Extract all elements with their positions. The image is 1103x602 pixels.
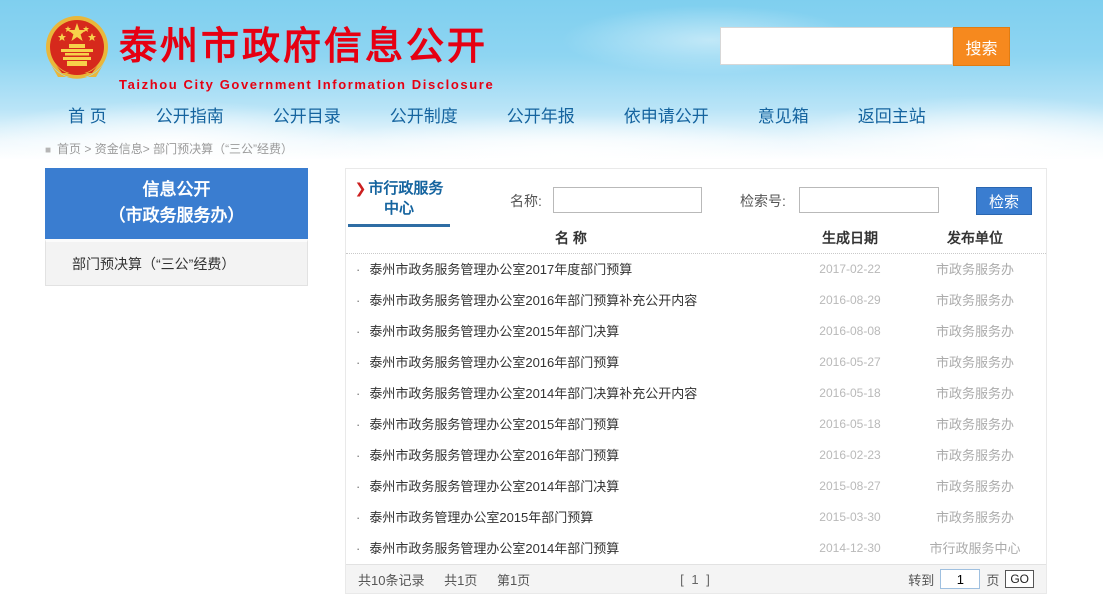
table-body: ·泰州市政务服务管理办公室2017年度部门预算 2017-02-22 市政务服务… [346, 254, 1046, 564]
document-date: 2014-12-30 [796, 533, 904, 564]
site-search: 搜索 [720, 27, 1010, 66]
sidebar-title: 信息公开 （市政务服务办） [45, 168, 308, 239]
document-date: 2017-02-22 [796, 254, 904, 285]
bullet-icon: · [356, 386, 360, 401]
breadcrumb-square-icon: ■ [45, 145, 51, 156]
document-date: 2016-08-29 [796, 285, 904, 316]
bullet-icon: · [356, 293, 360, 308]
table-header-date: 生成日期 [796, 226, 904, 253]
nav-item[interactable]: 公开年报 [507, 102, 575, 127]
content-panel: ❯市行政服务 中心 名称: 检索号: 检索 名 称 生成日期 发布单位 ·泰州市… [345, 168, 1047, 594]
index-filter-label: 检索号: [740, 191, 786, 211]
bullet-icon: · [356, 541, 360, 556]
document-link[interactable]: ·泰州市政务管理办公室2015年部门预算 [346, 502, 796, 533]
table-header-unit: 发布单位 [904, 226, 1046, 253]
panel-toolbar: ❯市行政服务 中心 名称: 检索号: 检索 [346, 169, 1046, 226]
table-row: ·泰州市政务服务管理办公室2017年度部门预算 2017-02-22 市政务服务… [346, 254, 1046, 285]
table-row: ·泰州市政务服务管理办公室2014年部门决算 2015-08-27 市政务服务办 [346, 471, 1046, 502]
site-search-input[interactable] [720, 27, 953, 65]
document-date: 2016-05-27 [796, 347, 904, 378]
document-unit: 市政务服务办 [904, 440, 1046, 471]
document-link[interactable]: ·泰州市政务服务管理办公室2015年部门预算 [346, 409, 796, 440]
bullet-icon: · [356, 479, 360, 494]
document-link[interactable]: ·泰州市政务服务管理办公室2017年度部门预算 [346, 254, 796, 285]
goto-page-suffix: 页 [986, 570, 999, 589]
table-row: ·泰州市政务服务管理办公室2016年部门预算 2016-05-27 市政务服务办 [346, 347, 1046, 378]
document-link[interactable]: ·泰州市政务服务管理办公室2014年部门预算 [346, 533, 796, 564]
tab-chevron-icon: ❯ [355, 180, 367, 196]
sidebar-menu: 部门预决算（“三公”经费） [45, 239, 308, 286]
site-subtitle: Taizhou City Government Information Disc… [119, 77, 494, 92]
site-title: 泰州市政府信息公开 [119, 15, 494, 70]
bullet-icon: · [356, 324, 360, 339]
sidebar: 信息公开 （市政务服务办） 部门预决算（“三公”经费） [45, 168, 308, 286]
name-filter-label: 名称: [510, 191, 542, 211]
bullet-icon: · [356, 355, 360, 370]
nav-item[interactable]: 意见箱 [758, 102, 809, 127]
name-filter-input[interactable] [553, 187, 702, 213]
table-row: ·泰州市政务服务管理办公室2015年部门决算 2016-08-08 市政务服务办 [346, 316, 1046, 347]
tab-label-line1: 市行政服务 [368, 180, 443, 197]
table-row: ·泰州市政务服务管理办公室2014年部门决算补充公开内容 2016-05-18 … [346, 378, 1046, 409]
document-date: 2016-08-08 [796, 316, 904, 347]
national-emblem-logo [44, 11, 110, 87]
bullet-icon: · [356, 448, 360, 463]
document-link[interactable]: ·泰州市政务服务管理办公室2016年部门预算 [346, 347, 796, 378]
main-nav: 首 页 公开指南 公开目录 公开制度 公开年报 依申请公开 意见箱 返回主站 [68, 102, 926, 127]
sidebar-title-line2: （市政务服务办） [45, 203, 308, 229]
index-filter-input[interactable] [799, 187, 939, 213]
nav-item[interactable]: 公开制度 [390, 102, 458, 127]
document-unit: 市政务服务办 [904, 285, 1046, 316]
table-row: ·泰州市政务服务管理办公室2016年部门预算补充公开内容 2016-08-29 … [346, 285, 1046, 316]
document-unit: 市行政服务中心 [904, 533, 1046, 564]
nav-item[interactable]: 返回主站 [858, 102, 926, 127]
nav-item[interactable]: 公开目录 [273, 102, 341, 127]
document-date: 2015-08-27 [796, 471, 904, 502]
document-unit: 市政务服务办 [904, 409, 1046, 440]
nav-item[interactable]: 首 页 [68, 102, 107, 127]
tab-city-admin-service-center[interactable]: ❯市行政服务 中心 [348, 178, 450, 227]
document-link[interactable]: ·泰州市政务服务管理办公室2016年部门预算 [346, 440, 796, 471]
table-header: 名 称 生成日期 发布单位 [346, 226, 1046, 254]
filter-search-button[interactable]: 检索 [976, 187, 1032, 215]
goto-label: 转到 [908, 570, 934, 589]
document-link[interactable]: ·泰州市政务服务管理办公室2014年部门决算补充公开内容 [346, 378, 796, 409]
site-banner: 泰州市政府信息公开 Taizhou City Government Inform… [0, 0, 1103, 96]
table-row: ·泰州市政务服务管理办公室2015年部门预算 2016-05-18 市政务服务办 [346, 409, 1046, 440]
sidebar-item-budget[interactable]: 部门预决算（“三公”经费） [45, 239, 308, 286]
breadcrumb: ■ 首页 > 资金信息> 部门预决算（“三公”经费） [45, 140, 293, 157]
bullet-icon: · [356, 417, 360, 432]
table-row: ·泰州市政务服务管理办公室2016年部门预算 2016-02-23 市政务服务办 [346, 440, 1046, 471]
table-header-name: 名 称 [346, 226, 796, 253]
document-link[interactable]: ·泰州市政务服务管理办公室2015年部门决算 [346, 316, 796, 347]
document-unit: 市政务服务办 [904, 254, 1046, 285]
bullet-icon: · [356, 262, 360, 277]
document-link[interactable]: ·泰州市政务服务管理办公室2014年部门决算 [346, 471, 796, 502]
document-unit: 市政务服务办 [904, 316, 1046, 347]
table-row: ·泰州市政务管理办公室2015年部门预算 2015-03-30 市政务服务办 [346, 502, 1046, 533]
document-unit: 市政务服务办 [904, 502, 1046, 533]
nav-item[interactable]: 依申请公开 [624, 102, 709, 127]
sidebar-title-line1: 信息公开 [45, 177, 308, 203]
pagination-bar: 共10条记录 共1页 第1页 [ 1 ] 转到 页 GO [346, 564, 1046, 593]
nav-item[interactable]: 公开指南 [156, 102, 224, 127]
site-search-button[interactable]: 搜索 [953, 27, 1010, 66]
go-button[interactable]: GO [1005, 570, 1034, 588]
document-date: 2016-05-18 [796, 409, 904, 440]
goto-page-control: 转到 页 GO [908, 569, 1034, 589]
goto-page-input[interactable] [940, 569, 980, 589]
bullet-icon: · [356, 510, 360, 525]
document-unit: 市政务服务办 [904, 471, 1046, 502]
document-link[interactable]: ·泰州市政务服务管理办公室2016年部门预算补充公开内容 [346, 285, 796, 316]
table-row: ·泰州市政务服务管理办公室2014年部门预算 2014-12-30 市行政服务中… [346, 533, 1046, 564]
document-date: 2016-05-18 [796, 378, 904, 409]
document-unit: 市政务服务办 [904, 347, 1046, 378]
document-unit: 市政务服务办 [904, 378, 1046, 409]
document-date: 2015-03-30 [796, 502, 904, 533]
page: 泰州市政府信息公开 Taizhou City Government Inform… [0, 0, 1103, 602]
breadcrumb-text: 首页 > 资金信息> 部门预决算（“三公”经费） [57, 142, 293, 156]
document-date: 2016-02-23 [796, 440, 904, 471]
tab-label-line2: 中心 [348, 199, 450, 219]
